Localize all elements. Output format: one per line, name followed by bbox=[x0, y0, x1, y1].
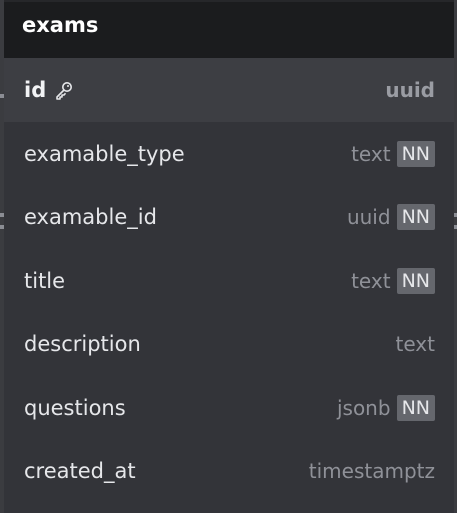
column-type: jsonb bbox=[336, 395, 391, 420]
column-name: questions bbox=[24, 395, 126, 420]
column-type-wrap: jsonb NN bbox=[336, 394, 435, 421]
column-type: text bbox=[351, 268, 391, 293]
column-name: created_at bbox=[24, 459, 136, 484]
column-row-description[interactable]: description text bbox=[4, 313, 454, 377]
column-row-examable-type[interactable]: examable_type text NN bbox=[4, 122, 454, 186]
table-title[interactable]: exams bbox=[4, 0, 454, 58]
column-name: examable_id bbox=[24, 205, 157, 230]
column-type-wrap: text NN bbox=[351, 267, 435, 294]
column-row-examable-id[interactable]: examable_id uuid NN bbox=[4, 186, 454, 250]
column-type: timestamptz bbox=[308, 459, 435, 484]
column-name-wrap: title bbox=[24, 269, 65, 293]
column-row-questions[interactable]: questions jsonb NN bbox=[4, 376, 454, 440]
column-name: id bbox=[24, 78, 47, 102]
column-name: title bbox=[24, 268, 66, 293]
not-null-badge: NN bbox=[396, 267, 435, 294]
column-row-id[interactable]: id uuid bbox=[4, 58, 454, 122]
not-null-badge: NN bbox=[396, 140, 435, 167]
column-type-wrap: uuid bbox=[385, 78, 435, 102]
column-type: uuid bbox=[346, 205, 391, 230]
not-null-badge: NN bbox=[396, 394, 435, 421]
column-type-wrap: text NN bbox=[351, 140, 435, 167]
column-type: text bbox=[395, 332, 435, 357]
column-type-wrap: uuid NN bbox=[346, 204, 435, 231]
column-list: id uuid examable_type text NN examable_id uuid… bbox=[4, 58, 454, 503]
column-name-wrap: description bbox=[24, 332, 141, 356]
key-icon bbox=[56, 82, 73, 100]
column-name-wrap: examable_type bbox=[24, 142, 185, 166]
column-row-title[interactable]: title text NN bbox=[4, 249, 454, 313]
not-null-badge: NN bbox=[396, 204, 435, 231]
column-type-wrap: text bbox=[396, 332, 435, 356]
table-node-exams[interactable]: exams id uuid examable_type text NN examable_… bbox=[4, 0, 454, 513]
column-name: description bbox=[24, 332, 141, 357]
column-type: uuid bbox=[385, 78, 435, 102]
column-name-wrap: questions bbox=[24, 396, 126, 420]
column-name-wrap: id bbox=[24, 78, 74, 102]
column-name: examable_type bbox=[24, 141, 185, 166]
column-name-wrap: examable_id bbox=[24, 205, 157, 229]
table-header-accent bbox=[4, 0, 454, 2]
column-type: text bbox=[351, 141, 391, 166]
column-type-wrap: timestamptz bbox=[309, 459, 435, 483]
column-name-wrap: created_at bbox=[24, 459, 136, 483]
column-row-created-at[interactable]: created_at timestamptz bbox=[4, 440, 454, 504]
